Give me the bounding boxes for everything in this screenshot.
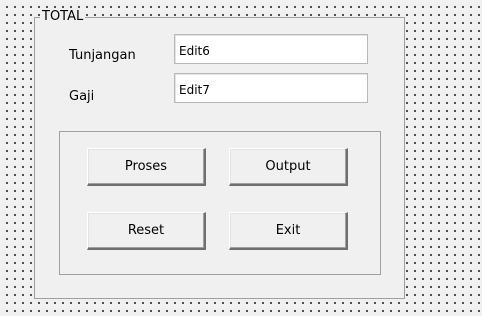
button-panel: Proses Output Reset Exit (59, 131, 381, 275)
exit-button[interactable]: Exit (229, 212, 348, 250)
reset-button[interactable]: Reset (87, 212, 206, 250)
gaji-input[interactable] (174, 73, 368, 103)
tunjangan-input[interactable] (174, 34, 368, 64)
proses-button[interactable]: Proses (87, 148, 206, 186)
groupbox-caption: TOTAL (40, 9, 86, 25)
total-groupbox: TOTAL Tunjangan Gaji Proses Output Reset… (34, 9, 405, 299)
gaji-label: Gaji (69, 89, 95, 104)
output-button[interactable]: Output (229, 148, 348, 186)
tunjangan-label: Tunjangan (69, 48, 136, 63)
